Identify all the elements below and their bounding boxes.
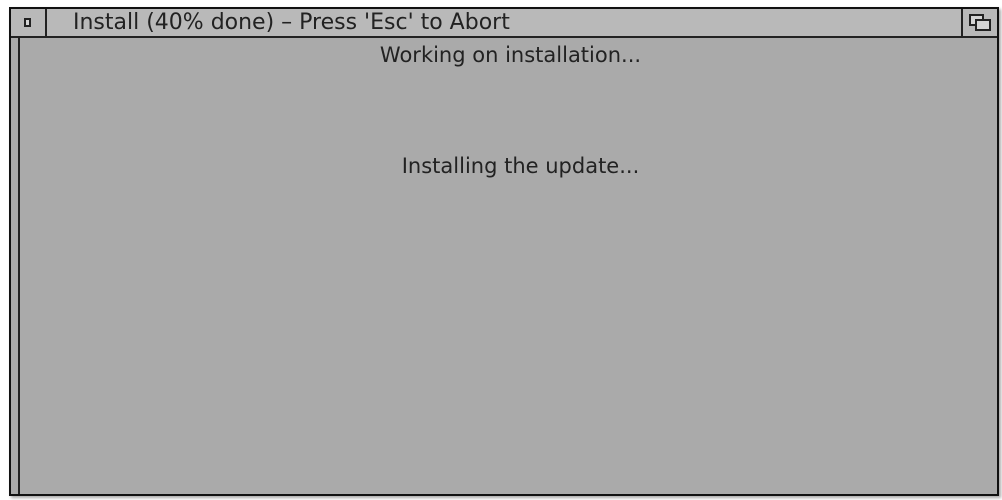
window-toggle-icon (969, 14, 991, 31)
status-message: Installing the update... (401, 154, 640, 178)
status-heading: Working on installation... (379, 43, 642, 67)
close-box-button[interactable] (11, 9, 47, 36)
window-content: Working on installation... Installing th… (18, 38, 997, 494)
window-toggle-button[interactable] (961, 9, 997, 36)
install-window: Install (40% done) – Press 'Esc' to Abor… (9, 7, 999, 496)
close-box-icon (24, 18, 31, 27)
window-title: Install (40% done) – Press 'Esc' to Abor… (73, 10, 510, 35)
window-titlebar[interactable]: Install (40% done) – Press 'Esc' to Abor… (11, 9, 997, 38)
